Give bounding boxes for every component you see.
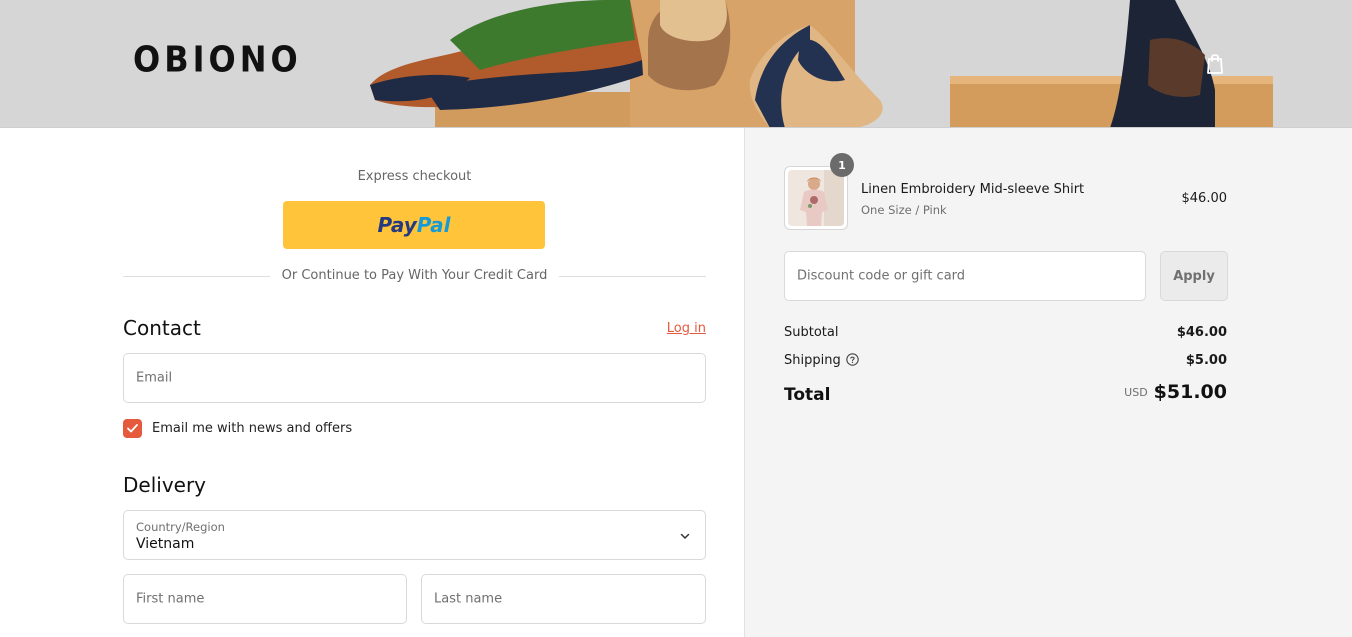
login-link[interactable]: Log in (620, 321, 706, 336)
checkout-form-column: Express checkout Pay Pal Or Continue to P… (0, 128, 744, 637)
shipping-label: Shipping (784, 353, 841, 368)
product-image (788, 170, 844, 226)
shoes-banner-image (370, 0, 1273, 127)
country-value: Vietnam (136, 536, 195, 552)
checkmark-icon (127, 423, 138, 432)
first-name-placeholder: First name (136, 591, 205, 607)
paypal-logo-part-1: Pay (377, 213, 417, 237)
newsletter-option[interactable]: Email me with news and offers (123, 418, 352, 438)
store-logo[interactable]: OBIONO (133, 38, 302, 81)
paypal-logo-part-2: Pal (416, 213, 451, 237)
express-checkout-title: Express checkout (357, 169, 472, 184)
express-divider: Or Continue to Pay With Your Credit Card (123, 268, 706, 286)
subtotal-value: $46.00 (1176, 325, 1227, 340)
shipping-value: $5.00 (1185, 353, 1227, 368)
discount-code-field[interactable]: Discount code or gift card (784, 251, 1146, 301)
divider-text: Or Continue to Pay With Your Credit Card (269, 268, 560, 283)
delivery-heading: Delivery (123, 473, 207, 497)
shipping-row-label: Shipping (784, 353, 859, 368)
last-name-placeholder: Last name (434, 591, 503, 607)
product-price: $46.00 (1181, 191, 1228, 206)
email-field[interactable]: Email (123, 353, 706, 403)
apply-discount-button[interactable]: Apply (1160, 251, 1228, 301)
discount-placeholder: Discount code or gift card (797, 268, 966, 284)
email-placeholder: Email (136, 370, 173, 386)
quantity-badge: 1 (830, 153, 854, 177)
order-summary-column: 1 Linen Embroidery Mid-sleeve Shirt One … (744, 128, 1352, 637)
contact-heading: Contact (123, 316, 201, 340)
last-name-field[interactable]: Last name (421, 574, 706, 624)
header-banner: OBIONO (0, 0, 1352, 128)
chevron-down-icon (680, 533, 690, 539)
country-label: Country/Region (136, 520, 225, 534)
product-variant: One Size / Pink (861, 203, 947, 217)
newsletter-checkbox[interactable] (123, 418, 142, 438)
question-circle-icon[interactable] (845, 353, 859, 366)
currency-code: USD (1124, 386, 1148, 399)
total-amount: USD $51.00 (1035, 381, 1227, 403)
total-value: $51.00 (1153, 381, 1227, 403)
paypal-button[interactable]: Pay Pal (283, 201, 545, 249)
newsletter-label: Email me with news and offers (152, 420, 353, 436)
first-name-field[interactable]: First name (123, 574, 407, 624)
country-select[interactable]: Country/Region Vietnam (123, 510, 706, 560)
cart-bag-icon[interactable] (1204, 52, 1226, 76)
total-label: Total (784, 385, 831, 405)
subtotal-label: Subtotal (784, 325, 839, 340)
product-name: Linen Embroidery Mid-sleeve Shirt (861, 182, 1085, 197)
